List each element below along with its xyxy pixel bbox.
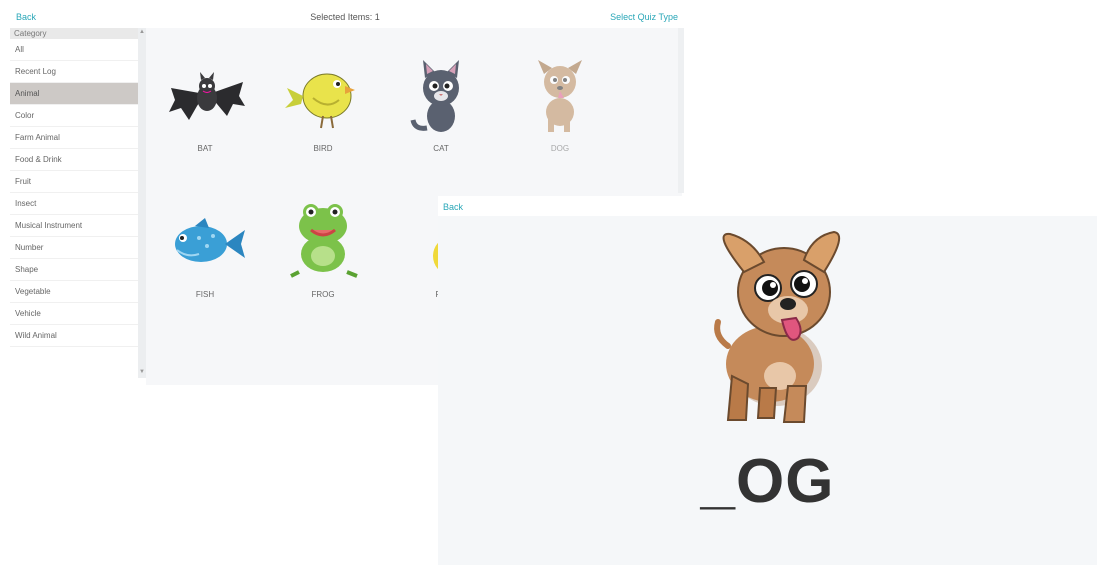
sidebar-item-wild-animal[interactable]: Wild Animal xyxy=(10,325,138,347)
quiz-word: _OG xyxy=(700,447,835,516)
sidebar-item-shape[interactable]: Shape xyxy=(10,259,138,281)
select-quiz-type-button[interactable]: Select Quiz Type xyxy=(610,12,678,22)
sidebar-item-food-drink[interactable]: Food & Drink xyxy=(10,149,138,171)
detail-back-button[interactable]: Back xyxy=(443,202,463,212)
sidebar-item-color[interactable]: Color xyxy=(10,105,138,127)
sidebar-item-recent-log[interactable]: Recent Log xyxy=(10,61,138,83)
grid-item-cat[interactable]: CAT xyxy=(386,54,496,174)
cat-icon xyxy=(410,60,459,132)
grid-item-bird[interactable]: BIRD xyxy=(268,60,378,180)
grid-item-bat[interactable]: BAT xyxy=(150,60,260,180)
scroll-down-icon[interactable]: ▼ xyxy=(139,369,145,375)
grid-item-label: BIRD xyxy=(313,144,333,153)
sidebar-item-all[interactable]: All xyxy=(10,39,138,61)
sidebar-item-number[interactable]: Number xyxy=(10,237,138,259)
grid-item-label: FROG xyxy=(311,290,335,299)
grid-item-label: BAT xyxy=(197,144,213,153)
grid-item-label: DOG xyxy=(550,144,570,153)
category-sidebar: Category All Recent Log Animal Color Far… xyxy=(10,28,139,378)
grid-item-label: FISH xyxy=(195,290,215,299)
grid-item-fish[interactable]: FISH xyxy=(150,208,260,328)
grid-item-frog[interactable]: FROG xyxy=(268,194,378,314)
grid-item-label: CAT xyxy=(433,144,449,153)
sidebar-item-musical-instrument[interactable]: Musical Instrument xyxy=(10,215,138,237)
sidebar-item-vehicle[interactable]: Vehicle xyxy=(10,303,138,325)
fish-icon xyxy=(175,218,245,262)
frog-icon xyxy=(290,204,358,278)
bird-icon xyxy=(285,73,355,129)
grid-scrollbar[interactable] xyxy=(678,28,684,193)
detail-top-bar: Back xyxy=(438,196,1097,216)
sidebar-scrollbar[interactable]: ▲ ▼ xyxy=(138,28,146,378)
category-header: Category xyxy=(10,28,138,39)
sidebar-item-vegetable[interactable]: Vegetable xyxy=(10,281,138,303)
scroll-up-icon[interactable]: ▲ xyxy=(139,29,145,35)
sidebar-item-animal[interactable]: Animal xyxy=(10,83,138,105)
quiz-detail-window: Back _OG xyxy=(438,196,1097,565)
selected-items-title: Selected Items: 1 xyxy=(310,12,380,22)
sidebar-item-fruit[interactable]: Fruit xyxy=(10,171,138,193)
top-bar: Back Selected Items: 1 Select Quiz Type xyxy=(0,0,690,28)
sidebar-item-farm-animal[interactable]: Farm Animal xyxy=(10,127,138,149)
dog-icon xyxy=(538,60,582,132)
dog-icon xyxy=(714,230,841,423)
sidebar-item-insect[interactable]: Insect xyxy=(10,193,138,215)
category-list: All Recent Log Animal Color Farm Animal … xyxy=(10,39,138,347)
grid-item-dog[interactable]: DOG xyxy=(505,54,615,174)
bat-icon xyxy=(169,72,245,120)
